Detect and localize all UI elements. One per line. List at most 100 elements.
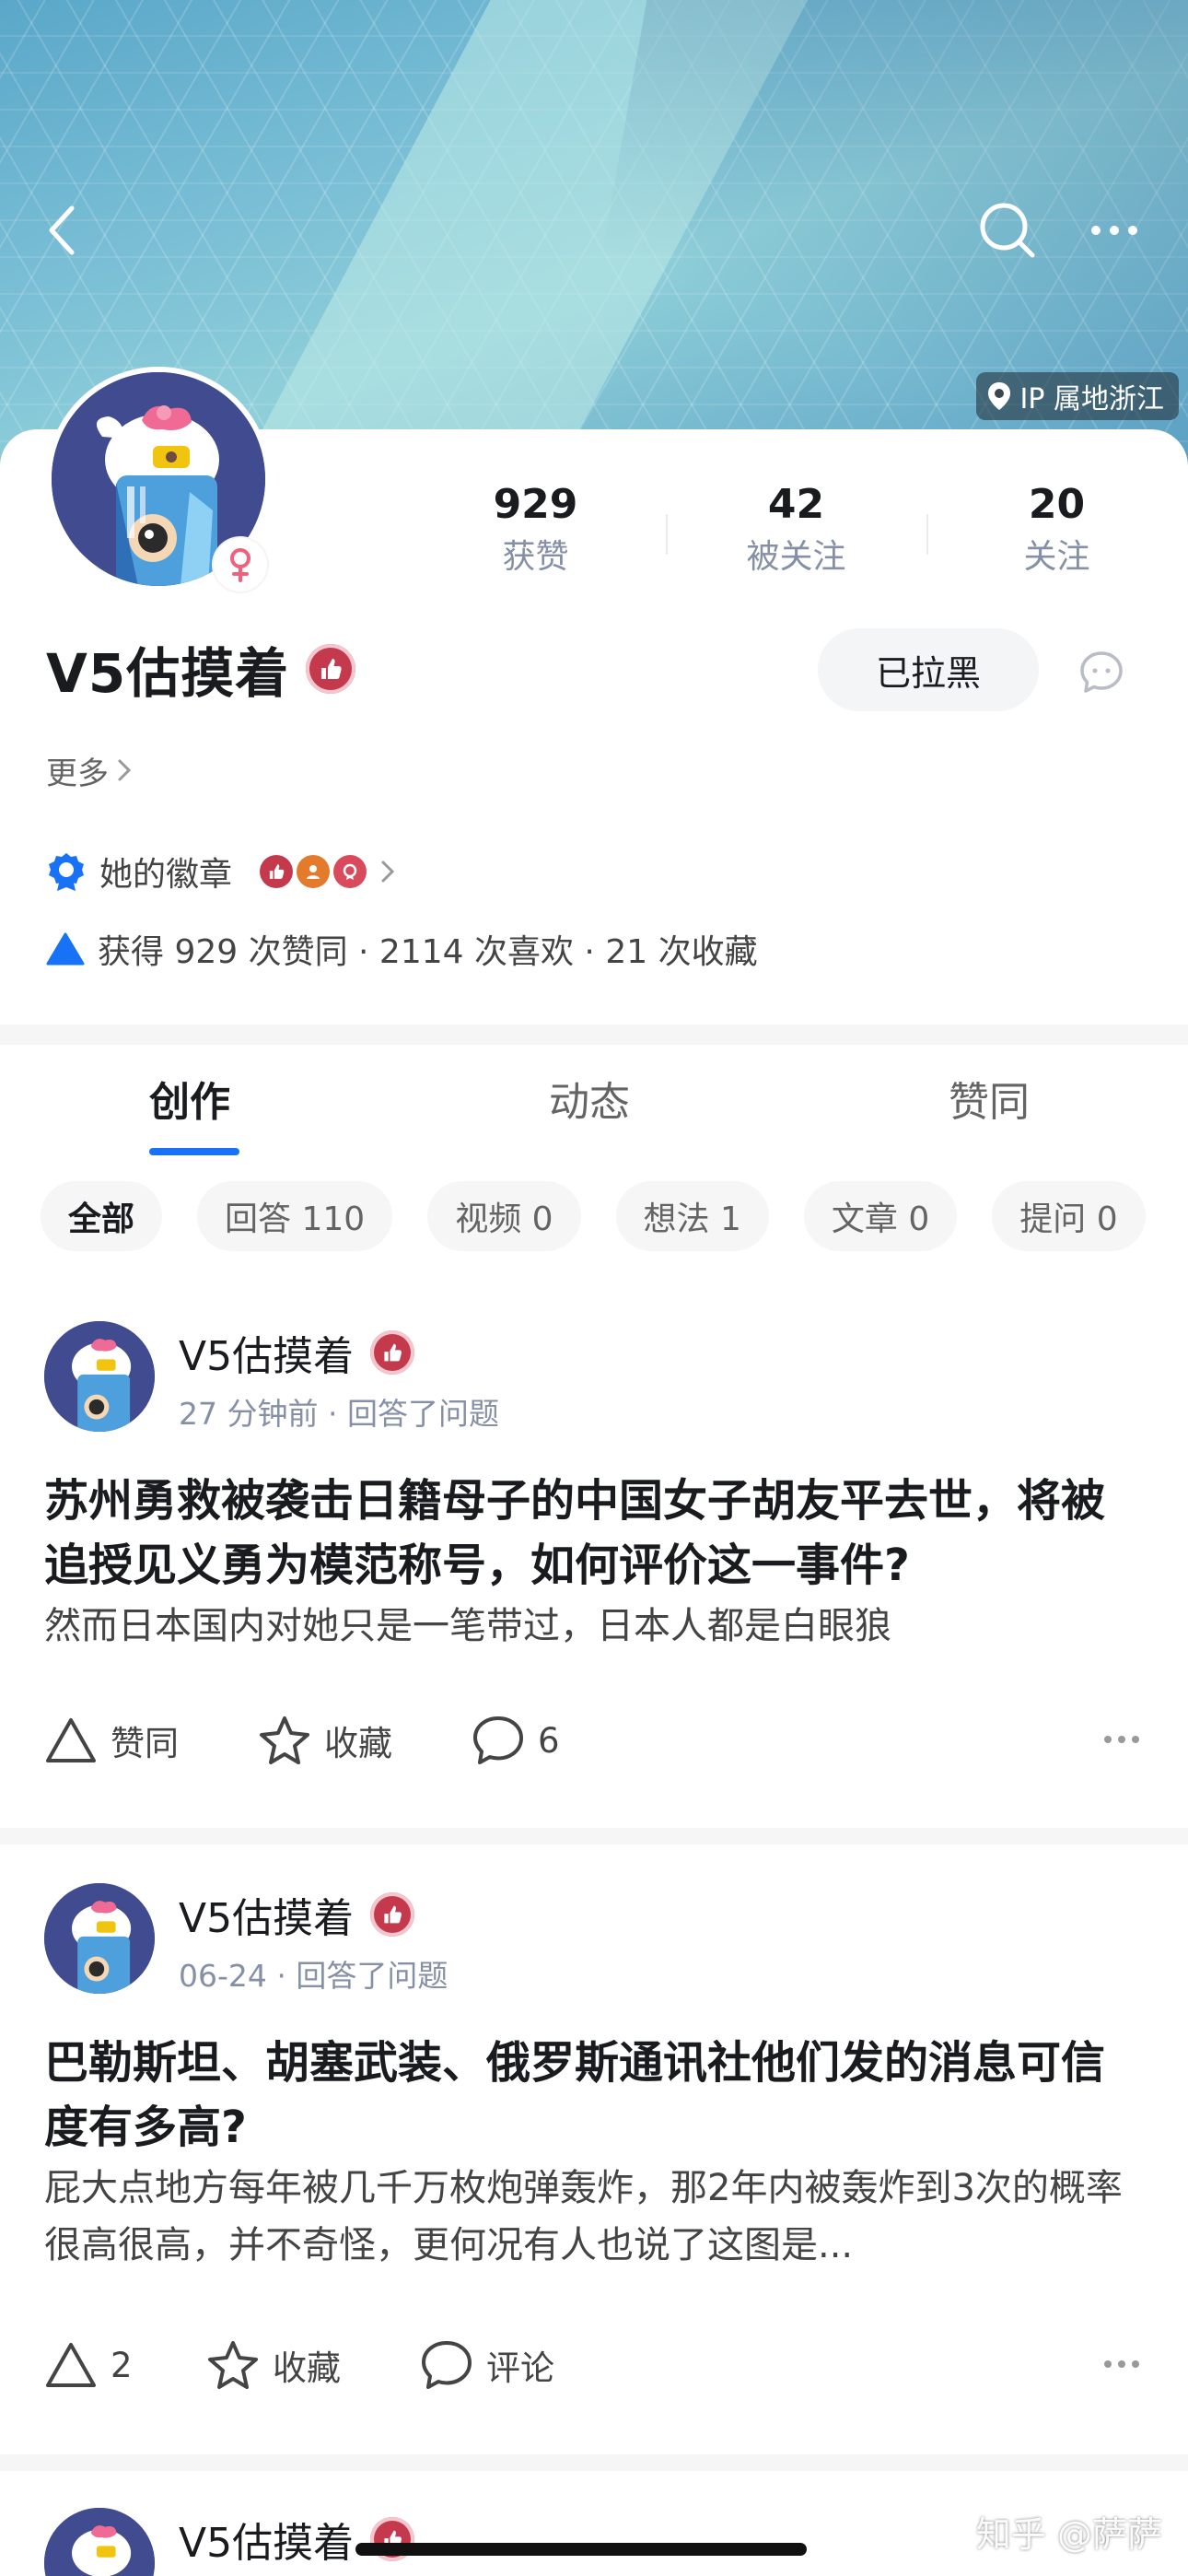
stat-divider — [926, 514, 928, 555]
upvote-badge-icon — [370, 1892, 415, 1937]
message-button[interactable] — [1074, 645, 1129, 700]
avatar[interactable] — [44, 1321, 155, 1432]
badges-label: 她的徽章 — [99, 856, 233, 894]
post-meta: 06-24 · 回答了问题 — [179, 1958, 448, 1994]
stat-followers[interactable]: 42 被关注 — [666, 479, 926, 590]
star-outline-icon — [208, 2341, 258, 2389]
award-mini-badge-icon — [333, 855, 367, 888]
avatar-illustration-icon — [44, 1883, 155, 1994]
filter-articles[interactable]: 文章 0 — [803, 1181, 958, 1251]
post-author-name: V5估摸着 — [179, 1333, 355, 1380]
chevron-right-icon — [118, 759, 132, 781]
location-pin-icon — [987, 382, 1010, 410]
filter-all[interactable]: 全部 — [41, 1181, 163, 1251]
person-mini-badge-icon — [297, 855, 331, 888]
post-divider — [0, 1828, 1188, 1844]
content-tabs: 创作 动态 赞同 — [0, 1045, 1188, 1155]
upvote-badge-icon[interactable] — [306, 644, 356, 694]
avatar-illustration-icon — [44, 1321, 155, 1432]
collect-label: 收藏 — [273, 2348, 341, 2388]
chevron-right-icon — [381, 861, 395, 883]
back-button[interactable] — [26, 193, 99, 267]
more-info-link[interactable]: 更多 — [46, 744, 133, 796]
upvote-badge-icon — [370, 1330, 415, 1375]
section-divider — [0, 1025, 1188, 1045]
post-more-button[interactable] — [1094, 1721, 1149, 1758]
comment-button[interactable]: 6 — [472, 1708, 560, 1773]
post-author[interactable]: V5估摸着 — [179, 1885, 415, 1944]
stat-divider — [666, 514, 668, 555]
badge-medal-icon — [49, 853, 84, 891]
filter-chips: 全部 回答 110 视频 0 想法 1 文章 0 提问 0 — [41, 1181, 1146, 1251]
comment-button[interactable]: 评论 — [420, 2333, 554, 2397]
filter-videos[interactable]: 视频 0 — [427, 1181, 581, 1251]
tab-activity[interactable]: 动态 — [549, 1069, 630, 1128]
star-outline-icon — [260, 1716, 309, 1764]
post-author[interactable]: V5估摸着 — [179, 2510, 415, 2569]
badges-row[interactable]: 她的徽章 — [46, 846, 396, 897]
upvote-outline-icon — [46, 2343, 96, 2387]
tab-creations[interactable]: 创作 — [149, 1069, 230, 1128]
stat-following-label: 关注 — [1023, 538, 1090, 576]
profile-name: V5估摸着 — [46, 642, 290, 705]
search-button[interactable] — [971, 193, 1044, 267]
stat-likes[interactable]: 929 获赞 — [405, 479, 666, 590]
post-author-name: V5估摸着 — [179, 1895, 355, 1942]
avatar[interactable] — [44, 1883, 155, 1994]
profile-name-row: V5估摸着 — [46, 630, 356, 708]
tab-active-indicator — [149, 1148, 239, 1155]
achievements-row: 获得 929 次赞同 · 2114 次喜欢 · 21 次收藏 — [46, 923, 758, 975]
post-author[interactable]: V5估摸着 — [179, 1323, 415, 1382]
filter-questions[interactable]: 提问 0 — [992, 1181, 1146, 1251]
avatar-illustration-icon — [44, 2508, 155, 2576]
filter-thoughts[interactable]: 想法 1 — [615, 1181, 769, 1251]
post-title[interactable]: 苏州勇救被袭击日籍母子的中国女子胡友平去世，将被追授见义勇为模范称号，如何评价这… — [44, 1469, 1140, 1598]
stat-followers-label: 被关注 — [746, 538, 846, 576]
avatar[interactable] — [44, 2508, 155, 2576]
post-excerpt[interactable]: 屁大点地方每年被几千万枚炮弹轰炸，那2年内被轰炸到3次的概率很高很高，并不奇怪，… — [44, 2160, 1140, 2274]
collect-label: 收藏 — [324, 1724, 392, 1763]
feed-post[interactable]: V5估摸着 27 分钟前 · 回答了问题 苏州勇救被袭击日籍母子的中国女子胡友平… — [0, 1321, 1188, 1819]
collect-button[interactable]: 收藏 — [258, 1708, 392, 1773]
more-dots-icon — [1091, 226, 1137, 235]
blocked-button[interactable]: 已拉黑 — [818, 628, 1039, 711]
post-excerpt[interactable]: 然而日本国内对她只是一笔带过，日本人都是白眼狼 — [44, 1598, 1140, 1655]
watermark: 知乎 @萨萨 — [975, 2514, 1162, 2555]
tab-upvoted[interactable]: 赞同 — [949, 1069, 1030, 1128]
more-options-button[interactable] — [1077, 193, 1151, 267]
upvote-button[interactable]: 2 — [44, 2333, 133, 2397]
more-dots-icon — [1104, 1736, 1139, 1743]
upvote-button[interactable]: 赞同 — [44, 1708, 179, 1773]
feed-post[interactable]: V5估摸着 06-24 · 回答了问题 巴勒斯坦、胡塞武装、俄罗斯通讯社他们发的… — [0, 1883, 1188, 2445]
upvote-triangle-icon — [46, 932, 85, 966]
search-icon — [980, 203, 1035, 258]
comment-bubble-icon — [422, 2341, 472, 2389]
ip-location-text: IP 属地浙江 — [1019, 383, 1164, 416]
comment-label: 评论 — [486, 2348, 554, 2388]
post-author-name: V5估摸着 — [179, 2520, 355, 2567]
stat-likes-label: 获赞 — [502, 538, 569, 576]
ip-location-tag: IP 属地浙江 — [975, 372, 1179, 420]
post-more-button[interactable] — [1094, 2346, 1149, 2383]
post-divider — [0, 2454, 1188, 2471]
stat-followers-value: 42 — [767, 481, 825, 528]
filter-answers[interactable]: 回答 110 — [197, 1181, 393, 1251]
upvote-outline-icon — [46, 1718, 96, 1762]
home-indicator[interactable] — [355, 2543, 807, 2556]
comment-count: 6 — [538, 1720, 560, 1761]
stat-likes-value: 929 — [493, 481, 578, 528]
badge-list — [260, 855, 367, 888]
post-actions: 2 收藏 评论 — [44, 2333, 1149, 2397]
chevron-left-icon — [49, 205, 75, 255]
comment-bubble-icon — [473, 1716, 523, 1764]
upvote-label: 赞同 — [111, 1724, 179, 1763]
female-gender-icon — [230, 548, 250, 582]
post-header: V5估摸着 27 分钟前 · 回答了问题 — [44, 1321, 1149, 1432]
upvote-mini-badge-icon — [260, 855, 294, 888]
post-meta: 27 分钟前 · 回答了问题 — [179, 1396, 499, 1432]
post-title[interactable]: 巴勒斯坦、胡塞武装、俄罗斯通讯社他们发的消息可信度有多高? — [44, 2031, 1140, 2160]
chat-bubble-icon — [1080, 651, 1123, 693]
collect-button[interactable]: 收藏 — [206, 2333, 341, 2397]
stat-following-value: 20 — [1028, 481, 1086, 528]
stat-following[interactable]: 20 关注 — [926, 479, 1187, 590]
